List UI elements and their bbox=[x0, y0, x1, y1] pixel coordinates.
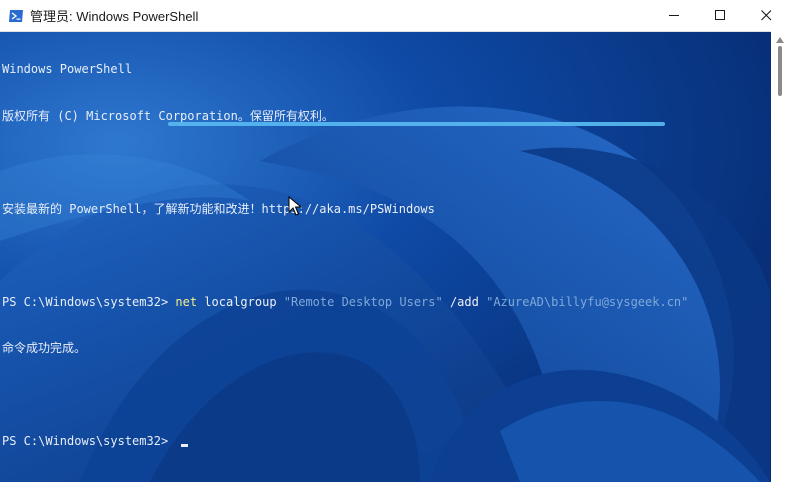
prompt: PS C:\Windows\system32> bbox=[2, 434, 176, 448]
scrollbar-thumb[interactable] bbox=[778, 46, 782, 96]
close-icon bbox=[760, 10, 771, 21]
command-group-arg: "Remote Desktop Users" bbox=[283, 294, 443, 309]
command-args: localgroup bbox=[197, 294, 284, 309]
command-highlight-underline bbox=[168, 122, 665, 126]
close-button[interactable] bbox=[743, 0, 789, 31]
command-keyword: net bbox=[175, 294, 198, 309]
vertical-scrollbar[interactable] bbox=[771, 31, 789, 482]
text-cursor bbox=[181, 444, 189, 447]
maximize-icon bbox=[714, 10, 725, 20]
window-title: 管理员: Windows PowerShell bbox=[30, 9, 199, 24]
minimize-button[interactable] bbox=[651, 0, 697, 31]
result-line: 命令成功完成。 bbox=[2, 341, 87, 355]
scroll-up-arrow-icon[interactable] bbox=[776, 37, 784, 43]
command-switch: /add bbox=[442, 294, 487, 309]
prompt: PS C:\Windows\system32> bbox=[2, 294, 176, 309]
current-prompt-line[interactable]: PS C:\Windows\system32> bbox=[2, 434, 767, 450]
maximize-button[interactable] bbox=[697, 0, 743, 31]
minimize-icon bbox=[668, 15, 679, 16]
window-controls bbox=[651, 0, 789, 31]
command-line: PS C:\Windows\system32> net localgroup "… bbox=[2, 295, 767, 311]
console-output[interactable]: Windows PowerShell 版权所有 (C) Microsoft Co… bbox=[2, 31, 767, 482]
title-bar[interactable]: 管理员: Windows PowerShell bbox=[0, 0, 789, 32]
command-user-arg: "AzureAD\billyfu@sysgeek.cn" bbox=[486, 294, 689, 309]
install-tip-line: 安装最新的 PowerShell，了解新功能和改进！https://aka.ms… bbox=[2, 201, 435, 216]
banner-title: Windows PowerShell bbox=[2, 62, 133, 76]
powershell-icon bbox=[8, 8, 24, 24]
mouse-pointer-icon bbox=[288, 196, 302, 216]
powershell-window: 管理员: Windows PowerShell Windows PowerShe… bbox=[0, 0, 789, 482]
